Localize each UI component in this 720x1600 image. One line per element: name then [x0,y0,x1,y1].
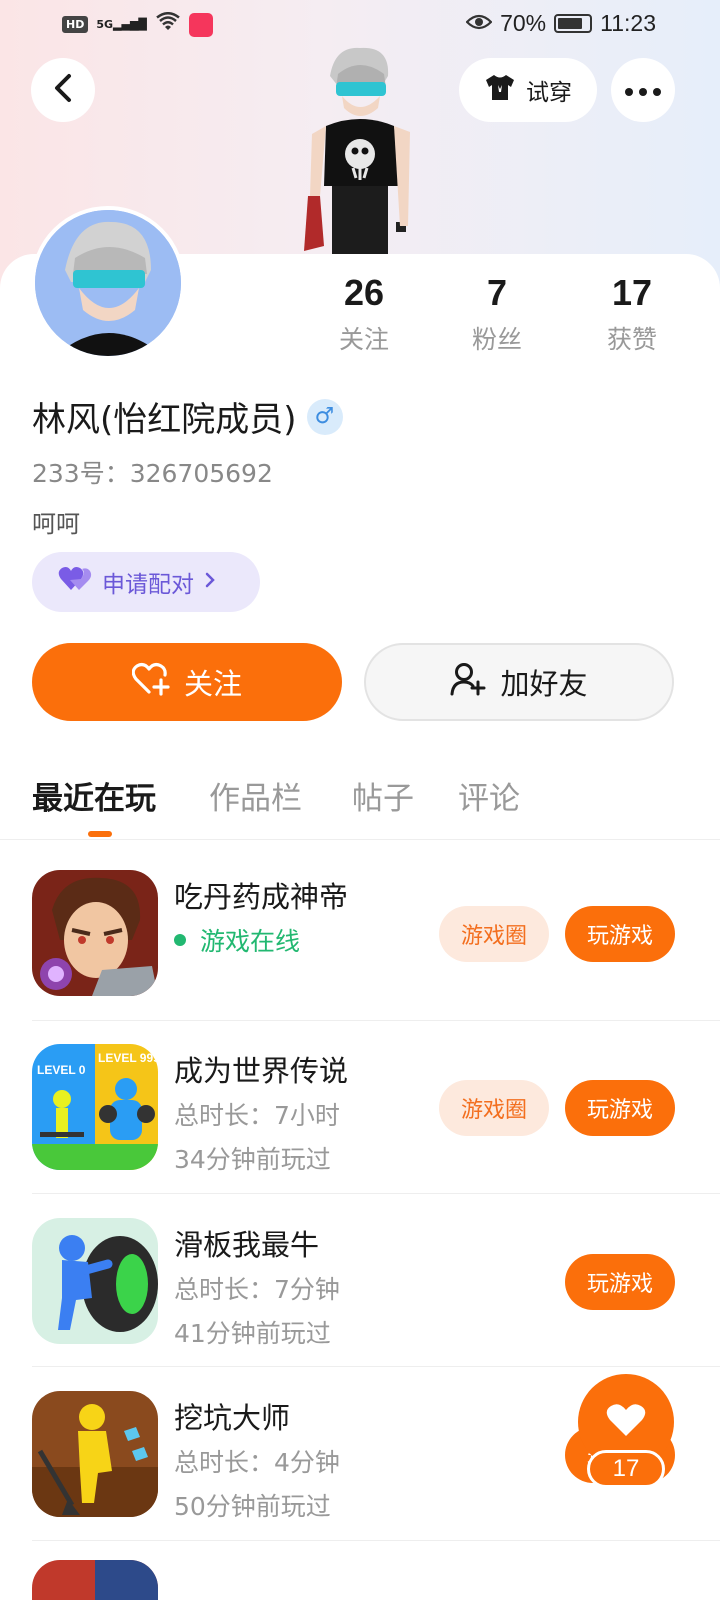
tab-works[interactable]: 作品栏 [209,773,302,818]
play-game-button[interactable]: 玩游戏 [565,1254,675,1310]
game-icon: LEVEL 0 LEVEL 999 [32,1044,158,1170]
stat-number: 17 [611,272,653,313]
divider [32,1020,720,1021]
more-dots-icon [625,81,661,100]
stat-followers[interactable]: 7 粉丝 [437,272,557,356]
follow-button[interactable]: 关注 [32,643,342,721]
play-duration: 总时长：7小时 [174,1101,340,1130]
user-id: 233号：326705692 [32,459,273,488]
tab-indicator [88,831,112,837]
more-button[interactable] [611,58,675,122]
hearts-icon [58,566,92,598]
online-status: 游戏在线 [174,922,300,958]
game-name: 成为世界传说 [174,1054,349,1088]
stat-label: 粉丝 [471,325,522,354]
request-pair-button[interactable]: 申请配对 [32,552,260,612]
username: 林风(怡红院成员) ♂ [32,392,343,441]
back-button[interactable] [31,58,95,122]
request-pair-label: 申请配对 [102,572,194,598]
last-played: 34分钟前玩过 [174,1145,331,1174]
play-duration: 总时长：4分钟 [174,1448,340,1477]
add-person-icon [450,662,486,703]
game-name: 滑板我最牛 [174,1228,320,1262]
play-duration: 总时长：7分钟 [174,1275,340,1304]
divider [0,839,720,840]
stat-following[interactable]: 26 关注 [304,272,424,356]
status-bar: HD 5G▂▄▆█ 70% 11:23 [0,0,720,48]
app-notification-icon [188,12,213,37]
add-friend-label: 加好友 [500,667,588,701]
game-icon [32,870,158,996]
avatar-figure [290,46,430,256]
clock: 11:23 [600,10,656,36]
stat-number: 7 [486,272,508,313]
online-status-label: 游戏在线 [200,927,301,956]
play-game-button[interactable]: 玩游戏 [565,1080,675,1136]
play-game-button[interactable]: 玩游戏 [565,906,675,962]
tab-comments[interactable]: 评论 [458,773,520,818]
username-text: 林风(怡红院成员) [32,400,297,440]
eye-icon [465,10,493,37]
divider [32,1193,720,1194]
signal-icon: 5G▂▄▆█ [96,18,147,31]
chevron-right-icon [204,569,216,595]
game-circle-button[interactable]: 游戏圈 [439,906,549,962]
tshirt-icon [484,73,516,107]
avatar[interactable] [31,206,185,360]
wifi-icon [155,12,181,37]
heart-plus-icon [131,662,170,703]
stat-number: 26 [343,272,385,313]
online-dot-icon [174,934,186,946]
divider [32,1540,720,1541]
stat-label: 获赞 [606,325,657,354]
tab-recently-played[interactable]: 最近在玩 [32,773,156,818]
game-name: 挖坑大师 [174,1401,291,1435]
signal-label: 5G [96,18,114,31]
game-name: 吃丹药成神帝 [174,880,349,914]
try-on-label: 试穿 [526,80,572,106]
male-gender-icon: ♂ [306,398,343,435]
like-count: 17 [587,1450,665,1488]
list-item[interactable]: 滑板我最牛 总时长：7分钟 41分钟前玩过 玩游戏 [0,1218,720,1390]
last-played: 50分钟前玩过 [174,1492,331,1521]
follow-label: 关注 [183,667,242,701]
add-friend-button[interactable]: 加好友 [364,643,674,721]
try-on-button[interactable]: 试穿 [459,58,597,122]
battery-icon [554,14,593,33]
tab-posts[interactable]: 帖子 [352,773,414,818]
stat-label: 关注 [338,325,389,354]
network-hd-label: HD [62,16,89,33]
last-played: 41分钟前玩过 [174,1319,331,1348]
list-item[interactable]: 吃丹药成神帝 游戏在线 游戏圈 玩游戏 [0,870,720,1042]
svg-text:LEVEL 999: LEVEL 999 [98,1051,158,1065]
chevron-left-icon [52,73,74,107]
stat-likes[interactable]: 17 获赞 [572,272,692,356]
bio: 呵呵 [32,510,80,538]
game-icon [32,1391,158,1517]
heart-icon [606,1403,646,1441]
game-icon [32,1218,158,1344]
list-item[interactable]: LEVEL 0 LEVEL 999 成为世界传说 总时长：7小时 34分钟前玩过… [0,1044,720,1216]
svg-text:LEVEL 0: LEVEL 0 [37,1063,86,1077]
battery-percent: 70% [500,10,547,36]
divider [32,1366,720,1367]
game-circle-button[interactable]: 游戏圈 [439,1080,549,1136]
